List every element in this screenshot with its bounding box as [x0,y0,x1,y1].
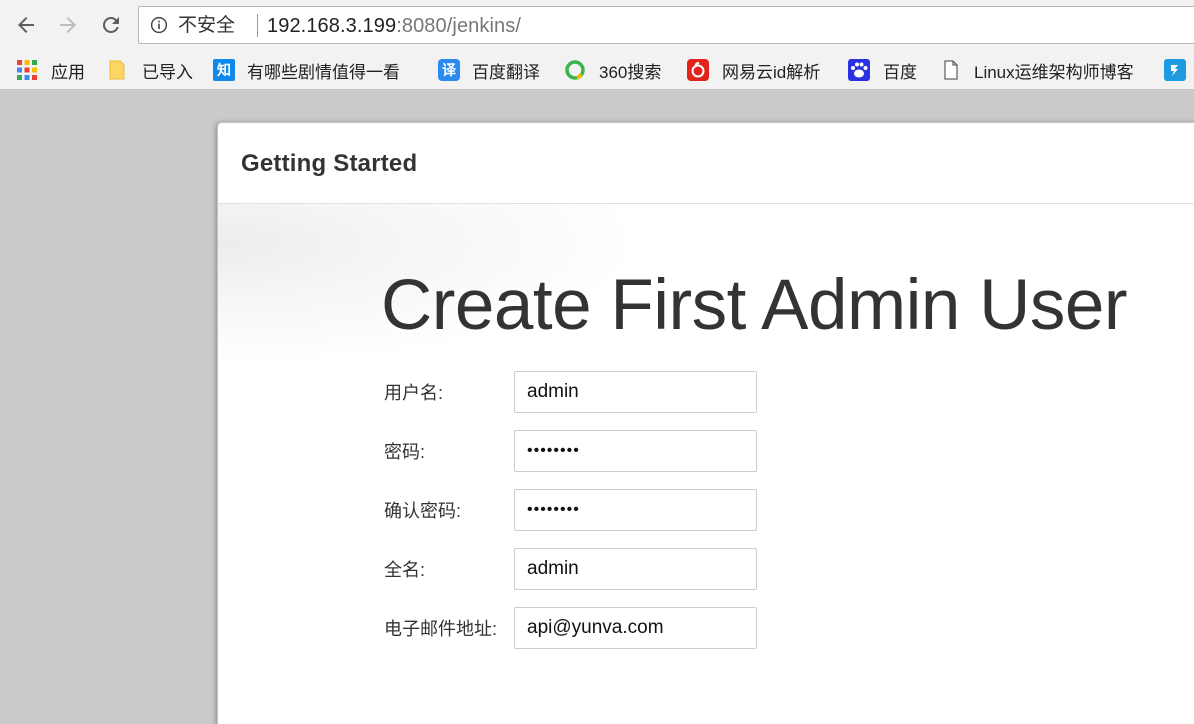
bookmark-apps[interactable]: 应用 [16,58,85,82]
setup-dialog: Getting Started Create First Admin User … [217,122,1194,724]
bookmark-baidu-translate[interactable]: 译 百度翻译 [438,58,540,82]
page-icon [944,60,958,80]
netease-music-icon [687,59,709,81]
bookmarks-bar: 应用 已导入 知 有哪些剧情值得一看 译 百度翻译 360搜索 网易云id解析 [0,52,1194,90]
back-button[interactable] [12,11,40,39]
page-heading: Create First Admin User [381,266,1128,345]
full-name-label: 全名: [384,560,426,580]
email-input[interactable]: api@yunva.com [514,607,757,649]
url-text[interactable]: 192.168.3.199:8080/jenkins/ [267,14,521,38]
bookmark-360-search[interactable]: 360搜索 [564,58,661,82]
360-search-icon [565,60,585,80]
bookmark-label: 有哪些剧情值得一看 [247,62,400,82]
confirm-password-input[interactable]: •••••••• [514,489,757,531]
baidu-paw-icon [848,59,870,81]
apps-grid-icon [17,60,37,80]
bookmark-label: 网易云id解析 [722,62,821,82]
username-input[interactable]: admin [514,371,757,413]
bookmark-label: 已导入 [142,62,193,82]
bookmark-zhihu[interactable]: 知 有哪些剧情值得一看 [213,58,417,82]
security-status[interactable]: 不安全 [178,15,235,37]
info-icon[interactable] [150,16,168,34]
browser-toolbar: 不安全 192.168.3.199:8080/jenkins/ [0,0,1194,52]
address-bar[interactable]: 不安全 192.168.3.199:8080/jenkins/ [138,6,1194,44]
email-label: 电子邮件地址: [384,619,498,639]
full-name-input[interactable]: admin [514,548,757,590]
confirm-password-label: 确认密码: [384,501,462,521]
username-label: 用户名: [384,383,444,403]
bookmark-label: 360搜索 [599,62,662,82]
bookmark-netease[interactable]: 网易云id解析 [687,58,820,82]
url-path: :8080/jenkins/ [396,15,522,37]
password-label: 密码: [384,442,426,462]
arrow-left-icon [18,17,34,33]
bookmark-label: Linux运维架构师博客 [974,62,1134,82]
dialog-body: Create First Admin User 用户名: admin 密码: •… [218,204,1194,724]
bookmark-label: 百度翻译 [472,62,540,82]
bookmark-label: 百度 [883,62,917,82]
bookmark-imported[interactable]: 已导入 [106,58,193,82]
password-input[interactable]: •••••••• [514,430,757,472]
url-host: 192.168.3.199 [267,15,397,37]
zhihu-icon: 知 [213,59,235,81]
forward-button[interactable] [54,11,82,39]
bookmark-label: 应用 [51,62,85,82]
dialog-title: Getting Started [241,150,418,177]
baidu-translate-icon: 译 [438,59,460,81]
reload-icon [102,16,119,33]
app-icon [1164,59,1186,81]
arrow-right-icon [60,17,76,33]
reload-button[interactable] [97,11,125,39]
folder-icon [109,60,125,80]
bookmark-linux-blog[interactable]: Linux运维架构师博客 [940,58,1146,82]
bookmark-baidu[interactable]: 百度 [848,58,917,82]
dialog-header: Getting Started [218,123,1194,204]
address-separator [257,14,258,37]
bookmark-app[interactable] [1164,58,1194,82]
